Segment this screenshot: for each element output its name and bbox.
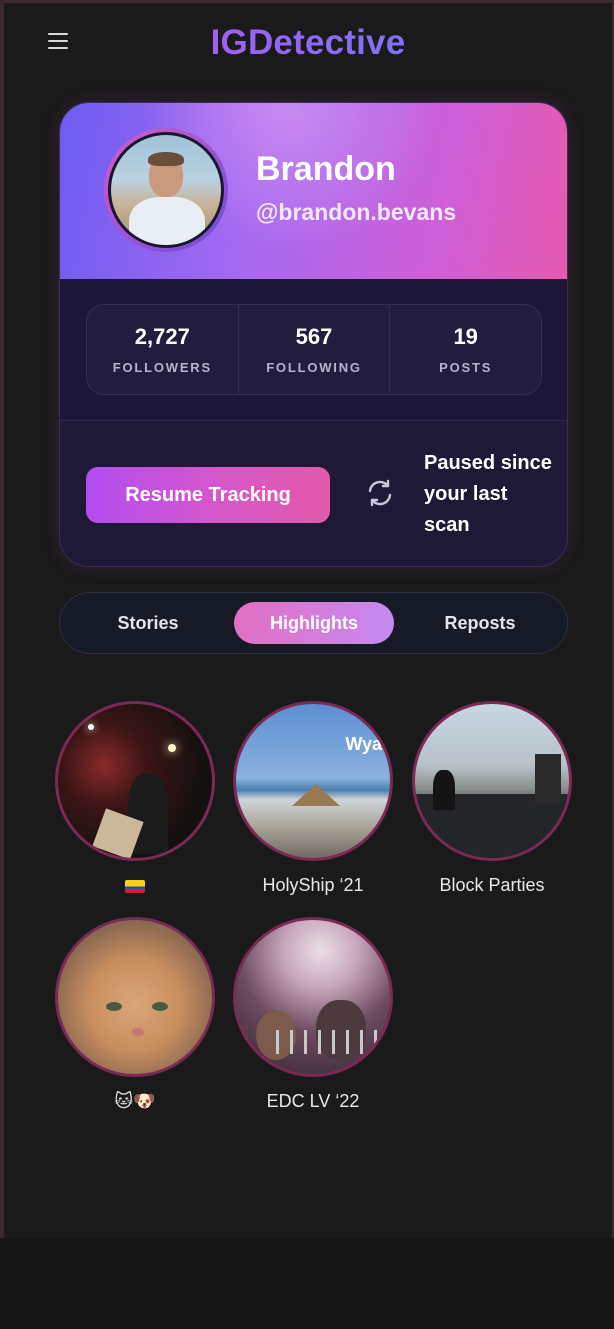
highlight-thumbnail: [55, 701, 215, 861]
highlight-item[interactable]: Wya HolyShip ‘21: [233, 701, 393, 897]
highlight-thumbnail: [55, 917, 215, 1077]
stat-posts[interactable]: 19 POSTS: [390, 305, 541, 394]
tracking-status-text: Paused since your last scan: [424, 452, 552, 536]
highlight-label: [55, 875, 215, 897]
sync-icon: [368, 479, 392, 507]
content-tabs: Stories Highlights Reposts: [59, 592, 568, 654]
tab-reposts[interactable]: Reposts: [410, 602, 550, 644]
stat-following[interactable]: 567 FOLLOWING: [239, 305, 391, 394]
profile-name: Brandon: [256, 150, 396, 188]
resume-tracking-button[interactable]: Resume Tracking: [86, 467, 330, 523]
stat-value: 567: [295, 324, 333, 349]
stat-value: 2,727: [134, 324, 190, 349]
window-backdrop: [0, 1238, 614, 1329]
highlight-item[interactable]: Block Parties: [412, 701, 572, 897]
stat-label: FOLLOWING: [266, 360, 362, 375]
profile-header: Brandon @brandon.bevans: [60, 103, 567, 279]
profile-handle: @brandon.bevans: [256, 199, 457, 225]
highlight-label: HolyShip ‘21: [262, 875, 364, 895]
thumbnail-overlay-text: Wya: [345, 734, 382, 754]
highlight-thumbnail: Wya: [233, 701, 393, 861]
highlight-item[interactable]: EDC LV ‘22: [233, 917, 393, 1113]
tab-highlights[interactable]: Highlights: [234, 602, 394, 644]
highlight-label: 🐱🐶: [114, 1091, 156, 1111]
tab-stories[interactable]: Stories: [78, 602, 218, 644]
stat-label: POSTS: [439, 360, 493, 375]
profile-card: Brandon @brandon.bevans 2,727 FOLLOWERS …: [59, 102, 568, 567]
tracking-section: Resume Tracking Paused since your last s…: [60, 421, 567, 566]
app-frame: IGDetective Brandon @brandon.bevans 2,72…: [0, 0, 614, 1238]
highlight-label: Block Parties: [439, 875, 545, 895]
stat-followers[interactable]: 2,727 FOLLOWERS: [87, 305, 239, 394]
app-title: IGDetective: [4, 23, 612, 63]
avatar: [104, 128, 228, 252]
highlight-item[interactable]: [55, 701, 215, 897]
highlight-item[interactable]: 🐱🐶: [55, 917, 215, 1113]
stat-value: 19: [453, 324, 478, 349]
avatar-photo: [108, 132, 224, 248]
stat-label: FOLLOWERS: [112, 360, 212, 375]
profile-stats: 2,727 FOLLOWERS 567 FOLLOWING 19 POSTS: [86, 304, 542, 395]
highlight-label: EDC LV ‘22: [266, 1091, 360, 1111]
highlight-thumbnail: [412, 701, 572, 861]
colombia-flag-icon: [125, 879, 145, 893]
highlight-thumbnail: [233, 917, 393, 1077]
